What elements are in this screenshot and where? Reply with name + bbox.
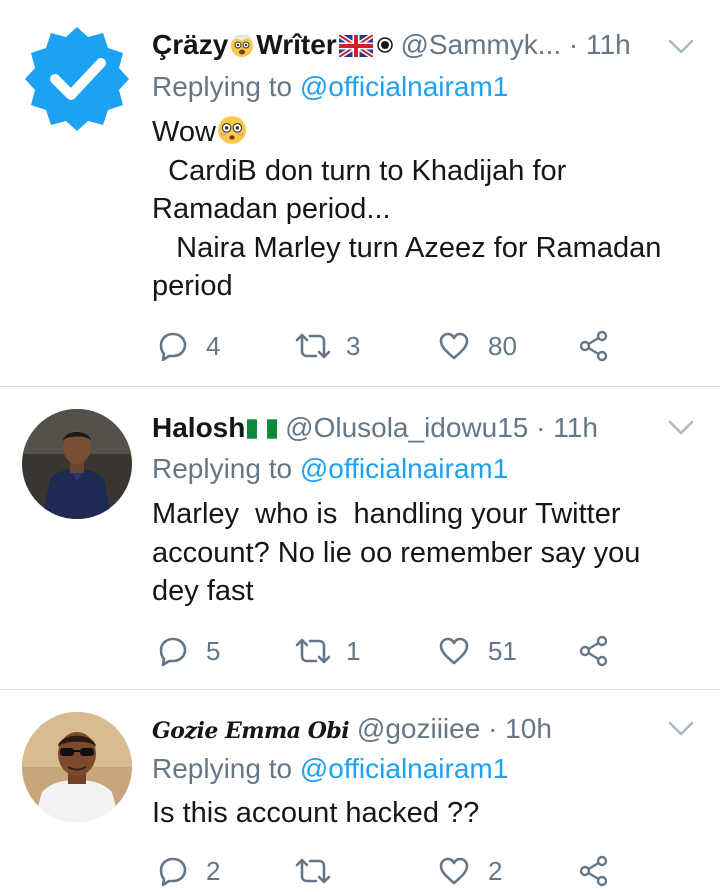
retweet-button[interactable]: 1: [294, 631, 360, 671]
chevron-down-icon[interactable]: [668, 720, 694, 738]
separator-dot: ·: [568, 29, 579, 60]
profile-photo: [22, 409, 132, 519]
avatar[interactable]: [22, 23, 132, 133]
replying-to-label: Replying to: [152, 71, 293, 102]
like-count: 80: [488, 331, 517, 361]
mention-link[interactable]: @officialnairam1: [300, 71, 508, 102]
like-button[interactable]: 80: [438, 326, 517, 366]
user-handle[interactable]: @Sammyk...: [400, 29, 561, 60]
tweet-3[interactable]: Gozie Emma Obi @goziiiee · 10h Replying …: [0, 690, 720, 892]
retweet-icon: [295, 638, 331, 664]
like-count: 2: [488, 856, 503, 886]
tweet-2[interactable]: Halosh @Olusola_idowu15 · 11h Replying t…: [0, 387, 720, 689]
avatar[interactable]: [22, 409, 132, 519]
reply-icon: [159, 857, 187, 886]
replying-to: Replying to @officialnairam1: [152, 752, 508, 786]
profile-photo: [22, 712, 132, 822]
reply-count: 5: [206, 636, 221, 666]
like-button[interactable]: 2: [438, 851, 502, 891]
retweet-button[interactable]: [294, 851, 346, 891]
heart-icon: [439, 857, 469, 885]
nigeria-flag-icon: [247, 419, 278, 439]
separator-dot: ·: [536, 412, 546, 443]
share-button[interactable]: [578, 631, 610, 671]
reply-count: 2: [206, 856, 221, 886]
reply-button[interactable]: 4: [158, 326, 220, 366]
share-icon: [579, 855, 608, 887]
reply-button[interactable]: 2: [158, 851, 220, 891]
chevron-down-icon[interactable]: [668, 419, 694, 437]
timestamp[interactable]: 11h: [586, 29, 631, 60]
tweet-header: Halosh @Olusola_idowu15 · 11h: [152, 411, 660, 445]
retweet-icon: [295, 858, 331, 884]
share-button[interactable]: [578, 326, 610, 366]
replying-to: Replying to @officialnairam1: [152, 70, 508, 104]
retweet-icon: [295, 333, 331, 359]
mention-link[interactable]: @officialnairam1: [300, 753, 508, 784]
share-icon: [579, 635, 608, 667]
tweet-text: Wow CardiB don turn to Khadijah for Rama…: [152, 113, 690, 306]
verified-badge-icon: [25, 27, 129, 131]
tweet-text-rest: CardiB don turn to Khadijah for Ramadan …: [152, 154, 662, 303]
tweet-text: Is this account hacked ??: [152, 797, 480, 829]
record-dot-icon: [376, 37, 393, 53]
reply-count: 4: [206, 331, 221, 361]
display-name[interactable]: Gozie Emma Obi: [152, 718, 350, 744]
like-button[interactable]: 51: [438, 631, 517, 671]
heart-icon: [439, 332, 469, 360]
avatar[interactable]: [22, 712, 132, 822]
user-handle[interactable]: @goziiiee: [357, 713, 480, 744]
display-name-part: Çräzy: [152, 29, 229, 60]
replying-to-label: Replying to: [152, 453, 293, 484]
mention-link[interactable]: @officialnairam1: [300, 453, 508, 484]
share-button[interactable]: [578, 851, 610, 891]
retweet-count: 1: [346, 636, 361, 666]
action-bar: 2 2: [152, 851, 690, 891]
action-bar: 5 1 51: [152, 631, 690, 671]
user-handle[interactable]: @Olusola_idowu15: [285, 412, 528, 443]
reply-feed: Çräzy Wrîter @Sammyk... · 11h Replying to…: [0, 0, 720, 892]
display-name-text: Halosh: [152, 412, 246, 443]
action-bar: 4 3 80: [152, 326, 690, 366]
share-icon: [579, 330, 608, 362]
replying-to: Replying to @officialnairam1: [152, 452, 508, 486]
reply-button[interactable]: 5: [158, 631, 220, 671]
timestamp[interactable]: 10h: [505, 713, 552, 744]
tweet-1[interactable]: Çräzy Wrîter @Sammyk... · 11h Replying to…: [0, 0, 720, 386]
heart-icon: [439, 637, 469, 665]
retweet-count: 3: [346, 331, 361, 361]
flushed-face-emoji-icon: [217, 116, 246, 144]
timestamp[interactable]: 11h: [553, 412, 598, 443]
display-name[interactable]: Çräzy Wrîter: [152, 29, 393, 60]
tweet-header: Çräzy Wrîter @Sammyk... · 11h: [152, 28, 660, 62]
reply-icon: [159, 637, 187, 666]
separator-dot: ·: [488, 713, 498, 744]
like-count: 51: [488, 636, 517, 666]
display-name-part: Wrîter: [256, 29, 337, 60]
tweet-header: Gozie Emma Obi @goziiiee · 10h: [152, 712, 660, 748]
tweet-text: Marley who is handling your Twitter acco…: [152, 498, 641, 607]
reply-icon: [159, 332, 187, 361]
replying-to-label: Replying to: [152, 753, 293, 784]
exploding-head-emoji-icon: [231, 34, 254, 57]
uk-flag-icon: [338, 35, 373, 57]
retweet-button[interactable]: 3: [294, 326, 360, 366]
chevron-down-icon[interactable]: [668, 38, 694, 56]
display-name[interactable]: Halosh: [152, 412, 278, 443]
tweet-text-line: Wow: [152, 116, 216, 148]
